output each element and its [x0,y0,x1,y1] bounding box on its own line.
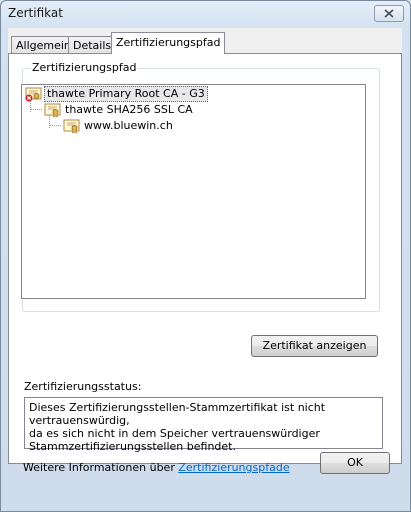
certificate-icon [63,119,80,134]
tab-zertifizierungspfad[interactable]: Zertifizierungspfad [111,32,226,54]
tab-panel-certification-path: Zertifizierungspfad thawte Primary Root … [8,53,402,474]
more-info-line: Weitere Informationen über Zertifizierun… [23,461,290,474]
tree-item-intermediate-ca[interactable]: thawte SHA256 SSL CA [44,102,195,118]
certificate-icon [44,103,61,118]
tab-allgemein[interactable]: Allgemein [11,36,76,53]
tree-item-label: www.bluewin.ch [84,119,173,132]
more-info-prefix: Weitere Informationen über [23,461,175,474]
certificate-error-icon [25,87,42,102]
certificate-dialog: Zertifikat Allgemein Details Zertifizier… [0,0,411,512]
certificate-status-label: Zertifizierungsstatus: [24,380,142,393]
tree-item-root-ca[interactable]: thawte Primary Root CA - G3 [25,86,208,102]
certificate-path-tree[interactable]: thawte Primary Root CA - G3 thawte SHA25… [21,84,366,299]
window-title: Zertifikat [8,6,63,20]
tree-item-end-entity[interactable]: www.bluewin.ch [63,118,175,134]
certificate-status-text[interactable]: Dieses Zertifizierungsstellen-Stammzerti… [24,397,383,453]
tree-connector [30,109,42,110]
dialog-client-area: Allgemein Details Zertifizierungspfad Ze… [8,28,402,474]
tree-connector [49,125,61,126]
tree-item-label: thawte Primary Root CA - G3 [44,86,208,102]
title-bar: Zertifikat [1,1,410,27]
tree-item-label: thawte SHA256 SSL CA [65,103,193,116]
close-icon [384,9,394,18]
tab-details[interactable]: Details [68,36,117,53]
certification-path-group-label: Zertifizierungspfad [30,61,139,74]
certification-path-help-link[interactable]: Zertifizierungspfade [178,461,289,474]
ok-button[interactable]: OK [320,452,390,474]
view-certificate-button[interactable]: Zertifikat anzeigen [251,335,378,357]
close-button[interactable] [374,5,404,22]
